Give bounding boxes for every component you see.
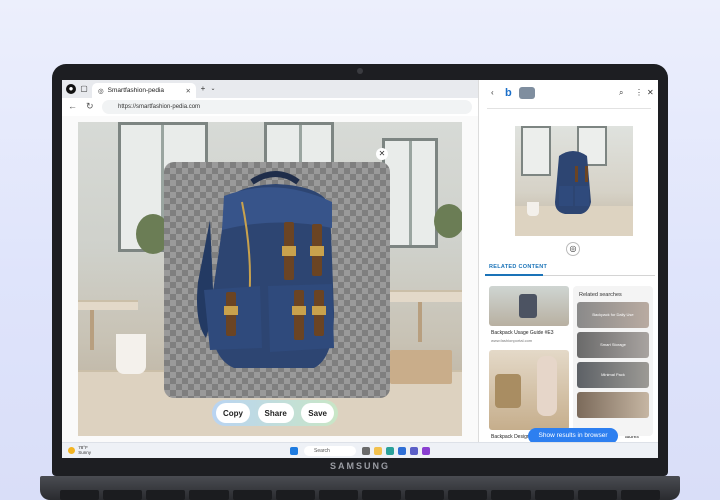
teams-icon[interactable] (410, 447, 418, 455)
result-caption-1[interactable]: Backpack Usage Guide #E3 (491, 330, 554, 336)
image-action-bar: Copy Share Save (212, 400, 338, 426)
back-icon[interactable]: ‹ (491, 88, 494, 97)
coffee-mug (116, 334, 146, 374)
close-icon[interactable]: ✕ (647, 88, 654, 97)
tab-related-content[interactable]: RELATED CONTENT (489, 264, 547, 270)
mail-icon[interactable] (398, 447, 406, 455)
screen: ● ▢ ◎ Smartfashion-pedia ✕ + ⌄ ← ↻ https… (62, 80, 658, 458)
query-thumbnail[interactable] (519, 87, 535, 99)
search-icon[interactable]: ⌕ (619, 88, 623, 98)
related-searches: Related searches Backpack for Daily Use … (573, 286, 653, 436)
query-image-preview[interactable] (515, 126, 633, 236)
tab-actions-icon[interactable]: ▢ (79, 84, 89, 94)
tab-bar: ● ▢ ◎ Smartfashion-pedia ✕ + ⌄ (62, 80, 478, 98)
visual-search-icon[interactable]: ◎ (566, 242, 580, 256)
refresh-icon[interactable]: ↻ (86, 101, 94, 112)
file-explorer-icon[interactable] (374, 447, 382, 455)
back-icon[interactable]: ← (68, 101, 77, 111)
tab-close-icon[interactable]: ✕ (186, 87, 191, 95)
address-row: ← ↻ https://smartfashion-pedia.com (62, 98, 478, 116)
weather-widget[interactable]: 78°F Sunny (68, 445, 91, 455)
chevron-down-icon[interactable]: ⌄ (208, 84, 218, 94)
related-item-daily-use[interactable]: Backpack for Daily Use (577, 302, 649, 328)
cafe-photo: ✕ Copy Share Save (78, 122, 462, 436)
sun-icon (68, 446, 75, 454)
result-source-1: www.fashionportal.com (491, 338, 533, 343)
result-caption-2[interactable]: Backpack Design (491, 434, 530, 440)
background-removed-image[interactable] (164, 162, 390, 398)
plant-right (434, 204, 462, 238)
backpack (197, 171, 334, 368)
edge-icon[interactable] (386, 447, 394, 455)
start-icon[interactable] (290, 447, 298, 455)
bing-icon: b (505, 87, 512, 99)
url-text: https://smartfashion-pedia.com (118, 104, 201, 110)
search-placeholder: Search (314, 448, 330, 454)
webcam (357, 68, 363, 74)
result-image-1[interactable] (489, 286, 569, 326)
notebook (390, 350, 452, 384)
visual-search-panel: ‹ b ⌕ ⋮ ✕ ◎ RELATED CONTENT Backpack Usa… (478, 80, 658, 442)
related-item-smart-storage[interactable]: Smart Storage (577, 332, 649, 358)
globe-icon: ◎ (98, 87, 104, 95)
tab-smartfashion[interactable]: ◎ Smartfashion-pedia ✕ (92, 83, 196, 98)
app-icon[interactable] (422, 447, 430, 455)
browser-window: ● ▢ ◎ Smartfashion-pedia ✕ + ⌄ ← ↻ https… (62, 80, 478, 442)
laptop-brand: SAMSUNG (329, 461, 390, 471)
tab-underline (485, 274, 655, 276)
task-view-icon[interactable] (362, 447, 370, 455)
taskbar: 78°F Sunny Search (62, 442, 658, 458)
panel-header: ‹ b ⌕ ⋮ ✕ (479, 80, 658, 106)
copy-button[interactable]: Copy (216, 403, 250, 423)
keyboard-edge (40, 490, 680, 500)
result-image-2[interactable] (489, 350, 569, 430)
window-right (382, 138, 438, 248)
table-left (78, 300, 138, 310)
web-page: ✕ Copy Share Save (62, 116, 478, 442)
new-tab-button[interactable]: + (198, 84, 208, 94)
taskbar-search[interactable]: Search (304, 446, 356, 456)
related-item-4[interactable] (577, 392, 649, 418)
more-icon[interactable]: ⋮ (635, 88, 643, 97)
profile-icon[interactable]: ● (66, 84, 76, 94)
weather-desc: Sunny (78, 450, 92, 455)
share-button[interactable]: Share (257, 403, 294, 423)
table-right (378, 290, 462, 302)
related-searches-title: Related searches (579, 292, 622, 298)
save-button[interactable]: Save (301, 403, 334, 423)
close-cutout-icon[interactable]: ✕ (376, 148, 388, 160)
tab-title: Smartfashion-pedia (107, 87, 165, 94)
address-bar[interactable]: https://smartfashion-pedia.com (102, 100, 472, 114)
related-item-minimal-pack[interactable]: Minimal Pack (577, 362, 649, 388)
